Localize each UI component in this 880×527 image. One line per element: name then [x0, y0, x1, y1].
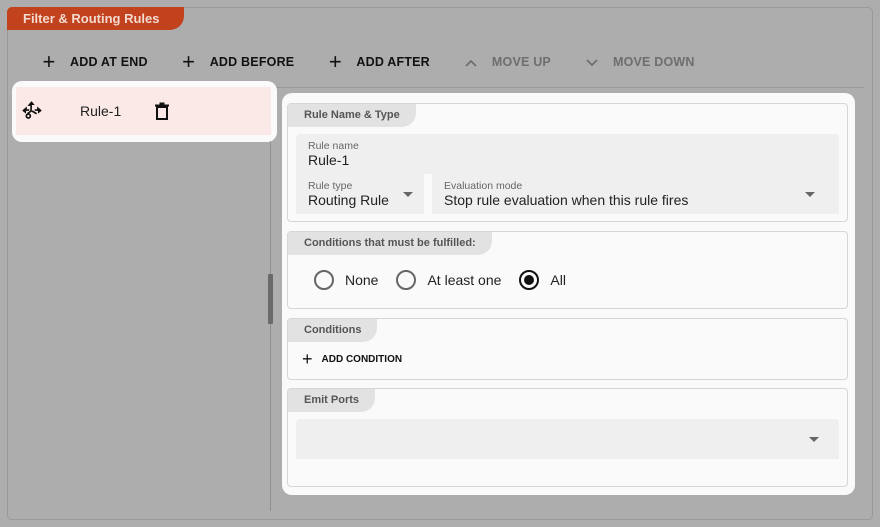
radio-unchecked-icon — [396, 270, 417, 290]
emit-ports-section: Emit Ports — [287, 388, 848, 487]
splitter-handle[interactable] — [268, 274, 273, 324]
plus-icon: + — [328, 49, 342, 74]
panel-title: Filter & Routing Rules — [7, 7, 184, 30]
section-title: Conditions — [288, 319, 378, 342]
move-down-button[interactable]: MOVE DOWN — [583, 53, 695, 71]
rule-list-item[interactable]: Rule-1 — [16, 87, 271, 135]
radio-label: None — [345, 272, 379, 288]
fulfill-radio-group: None At least one All — [314, 270, 584, 290]
evaluation-mode-select[interactable]: Evaluation mode Stop rule evaluation whe… — [432, 174, 839, 214]
plus-icon: + — [182, 49, 196, 74]
add-before-label: ADD BEFORE — [209, 55, 295, 69]
add-before-button[interactable]: + ADD BEFORE — [180, 49, 295, 74]
add-at-end-button[interactable]: + ADD AT END — [40, 49, 148, 74]
radio-checked-icon — [519, 270, 540, 290]
conditions-section: Conditions + ADD CONDITION — [287, 318, 848, 380]
trash-icon[interactable] — [154, 102, 170, 120]
add-at-end-label: ADD AT END — [70, 55, 148, 69]
rule-name-field[interactable]: Rule name Rule-1 — [296, 134, 839, 174]
plus-icon: + — [302, 349, 313, 369]
plus-icon: + — [42, 49, 56, 74]
rule-name: Rule-1 — [80, 103, 122, 119]
chevron-up-icon — [462, 53, 480, 71]
move-up-label: MOVE UP — [491, 55, 551, 69]
rule-list: Rule-1 — [12, 81, 277, 142]
move-up-button[interactable]: MOVE UP — [462, 53, 551, 71]
add-after-label: ADD AFTER — [356, 55, 430, 69]
fulfill-section: Conditions that must be fulfilled: None … — [287, 231, 848, 309]
chevron-down-icon — [809, 437, 819, 442]
radio-unchecked-icon — [314, 270, 334, 290]
radio-label: At least one — [427, 272, 502, 288]
emit-ports-select[interactable] — [296, 419, 839, 459]
rule-type-select[interactable]: Rule type Routing Rule — [296, 174, 424, 214]
section-title: Emit Ports — [288, 389, 376, 412]
evaluation-mode-label: Evaluation mode — [444, 180, 523, 192]
section-title: Rule Name & Type — [288, 104, 416, 127]
drag-move-icon[interactable] — [21, 100, 43, 122]
chevron-down-icon — [805, 192, 815, 197]
add-condition-button[interactable]: + ADD CONDITION — [302, 349, 403, 369]
toolbar: + ADD AT END + ADD BEFORE + ADD AFTER MO… — [40, 48, 727, 76]
toolbar-divider — [275, 87, 864, 88]
radio-none[interactable]: None — [314, 270, 378, 290]
rule-name-value: Rule-1 — [308, 152, 350, 168]
rule-type-label: Rule type — [308, 180, 353, 192]
rule-name-label: Rule name — [308, 140, 359, 152]
radio-label: All — [550, 272, 566, 288]
name-type-section: Rule Name & Type Rule name Rule-1 Rule t… — [287, 103, 848, 222]
rule-type-value: Routing Rule — [308, 192, 389, 208]
move-down-label: MOVE DOWN — [612, 55, 695, 69]
chevron-down-icon — [403, 192, 413, 197]
add-after-button[interactable]: + ADD AFTER — [326, 49, 430, 74]
add-condition-label: ADD CONDITION — [321, 353, 403, 365]
section-title: Conditions that must be fulfilled: — [288, 232, 492, 255]
evaluation-mode-value: Stop rule evaluation when this rule fire… — [444, 192, 689, 208]
radio-at-least-one[interactable]: At least one — [396, 270, 501, 290]
chevron-down-icon — [583, 53, 601, 71]
rule-detail-card: Rule Name & Type Rule name Rule-1 Rule t… — [282, 93, 855, 495]
radio-all[interactable]: All — [519, 270, 566, 290]
